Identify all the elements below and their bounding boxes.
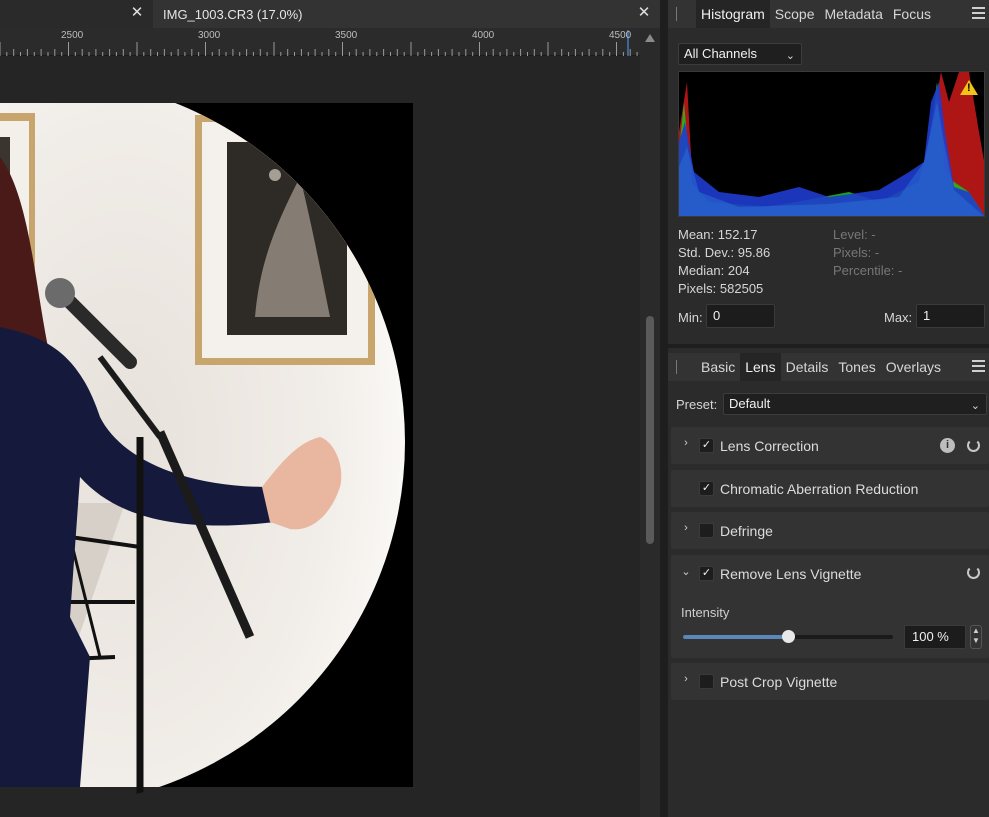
collapse-arrow-icon[interactable]: ⌄: [681, 565, 691, 578]
section-remove-lens-vignette[interactable]: ⌄ ✓ Remove Lens Vignette Intensity 100 %…: [671, 555, 989, 658]
channel-select-value: All Channels: [684, 46, 757, 61]
chevron-down-icon: ⌄: [785, 50, 795, 62]
chromatic-aberration-checkbox[interactable]: ✓: [699, 481, 714, 496]
max-label: Max:: [884, 310, 913, 325]
tab-metadata[interactable]: Metadata: [820, 0, 888, 28]
photo-image: [0, 103, 413, 807]
stat-std-dev: Std. Dev.: 95.86: [678, 245, 771, 260]
close-icon[interactable]: ✕: [129, 4, 145, 22]
reset-icon[interactable]: [967, 566, 980, 579]
info-icon[interactable]: i: [940, 438, 955, 453]
ruler-label: 2500: [61, 30, 84, 41]
lens-correction-checkbox[interactable]: ✓: [699, 438, 714, 453]
lens-correction-label: Lens Correction: [720, 438, 819, 454]
channel-select[interactable]: All Channels ⌄: [678, 43, 802, 65]
hamburger-menu-icon[interactable]: [972, 360, 985, 372]
section-post-crop-vignette[interactable]: › Post Crop Vignette: [671, 663, 989, 700]
panel-gutter: [660, 0, 668, 817]
reset-icon[interactable]: [967, 439, 980, 452]
intensity-stepper[interactable]: ▲ ▼: [970, 625, 982, 649]
stat-pixels: Pixels: 582505: [678, 281, 764, 296]
histogram-graph: !: [678, 71, 985, 217]
vertical-scrollbar[interactable]: [640, 28, 660, 817]
ruler-label: 3000: [198, 30, 221, 41]
tab-focus[interactable]: Focus: [888, 0, 936, 28]
tab-scope[interactable]: Scope: [770, 0, 820, 28]
hamburger-menu-icon[interactable]: [972, 7, 985, 19]
post-crop-vignette-checkbox[interactable]: [699, 674, 714, 689]
panel-divider: [668, 344, 989, 348]
ruler-label: 4500: [609, 30, 632, 41]
ruler-label: 3500: [335, 30, 358, 41]
expand-arrow-icon[interactable]: ›: [681, 673, 691, 685]
develop-panel-tabs: Basic Lens Details Tones Overlays: [668, 353, 989, 381]
stat-pixels-selected: Pixels: -: [833, 245, 880, 260]
preset-label: Preset:: [676, 397, 718, 412]
tab-tones[interactable]: Tones: [833, 353, 880, 381]
chromatic-aberration-label: Chromatic Aberration Reduction: [720, 481, 919, 497]
expand-arrow-icon[interactable]: ›: [681, 437, 691, 449]
min-label: Min:: [678, 310, 703, 325]
defringe-label: Defringe: [720, 523, 773, 539]
intensity-slider[interactable]: [683, 630, 893, 643]
tab-details[interactable]: Details: [781, 353, 834, 381]
post-crop-vignette-label: Post Crop Vignette: [720, 674, 838, 690]
tab-lens[interactable]: Lens: [740, 353, 781, 381]
stat-median: Median: 204: [678, 263, 750, 278]
preset-select[interactable]: Default ⌄: [723, 393, 987, 415]
section-chromatic-aberration[interactable]: ✓ Chromatic Aberration Reduction: [671, 470, 989, 507]
intensity-label: Intensity: [681, 605, 730, 620]
chevron-down-icon: ⌄: [970, 400, 980, 412]
document-tab-previous[interactable]: ✕: [0, 0, 153, 28]
remove-lens-vignette-checkbox[interactable]: ✓: [699, 566, 714, 581]
document-tab-active-label: IMG_1003.CR3 (17.0%): [163, 6, 303, 22]
defringe-checkbox[interactable]: [699, 523, 714, 538]
scroll-thumb[interactable]: [646, 316, 654, 544]
stat-percentile: Percentile: -: [833, 263, 903, 278]
scroll-up-arrow[interactable]: [645, 34, 655, 42]
right-panel: Histogram Scope Metadata Focus All Chann…: [668, 0, 989, 817]
tab-overlays[interactable]: Overlays: [881, 353, 946, 381]
intensity-input[interactable]: 100 %: [904, 625, 966, 649]
max-input[interactable]: 1: [916, 304, 985, 328]
horizontal-ruler: 2500 3000 3500 4000 4500: [0, 28, 640, 56]
warning-glyph: !: [967, 82, 971, 94]
ruler-label: 4000: [472, 30, 495, 41]
tab-basic[interactable]: Basic: [696, 353, 740, 381]
document-canvas[interactable]: [0, 57, 640, 817]
expand-arrow-icon[interactable]: ›: [681, 522, 691, 534]
preset-select-value: Default: [729, 396, 771, 411]
tab-histogram[interactable]: Histogram: [696, 0, 770, 28]
section-lens-correction[interactable]: › ✓ Lens Correction i: [671, 427, 989, 464]
clipping-warning-icon[interactable]: !: [960, 80, 978, 95]
panel-grip[interactable]: [676, 360, 688, 374]
stat-level: Level: -: [833, 227, 876, 242]
intensity-slider-knob[interactable]: [782, 630, 795, 643]
remove-lens-vignette-label: Remove Lens Vignette: [720, 566, 862, 582]
panel-grip[interactable]: [676, 7, 688, 21]
intensity-slider-fill: [683, 635, 788, 639]
ruler-ticks: [0, 30, 638, 56]
document-tab-active[interactable]: IMG_1003.CR3 (17.0%) ✕: [153, 0, 660, 28]
min-input[interactable]: 0: [706, 304, 775, 328]
section-defringe[interactable]: › Defringe: [671, 512, 989, 549]
document-tab-bar: ✕ IMG_1003.CR3 (17.0%) ✕: [0, 0, 660, 28]
stat-mean: Mean: 152.17: [678, 227, 758, 242]
histogram-panel-tabs: Histogram Scope Metadata Focus: [668, 0, 989, 28]
close-icon[interactable]: ✕: [636, 4, 652, 22]
